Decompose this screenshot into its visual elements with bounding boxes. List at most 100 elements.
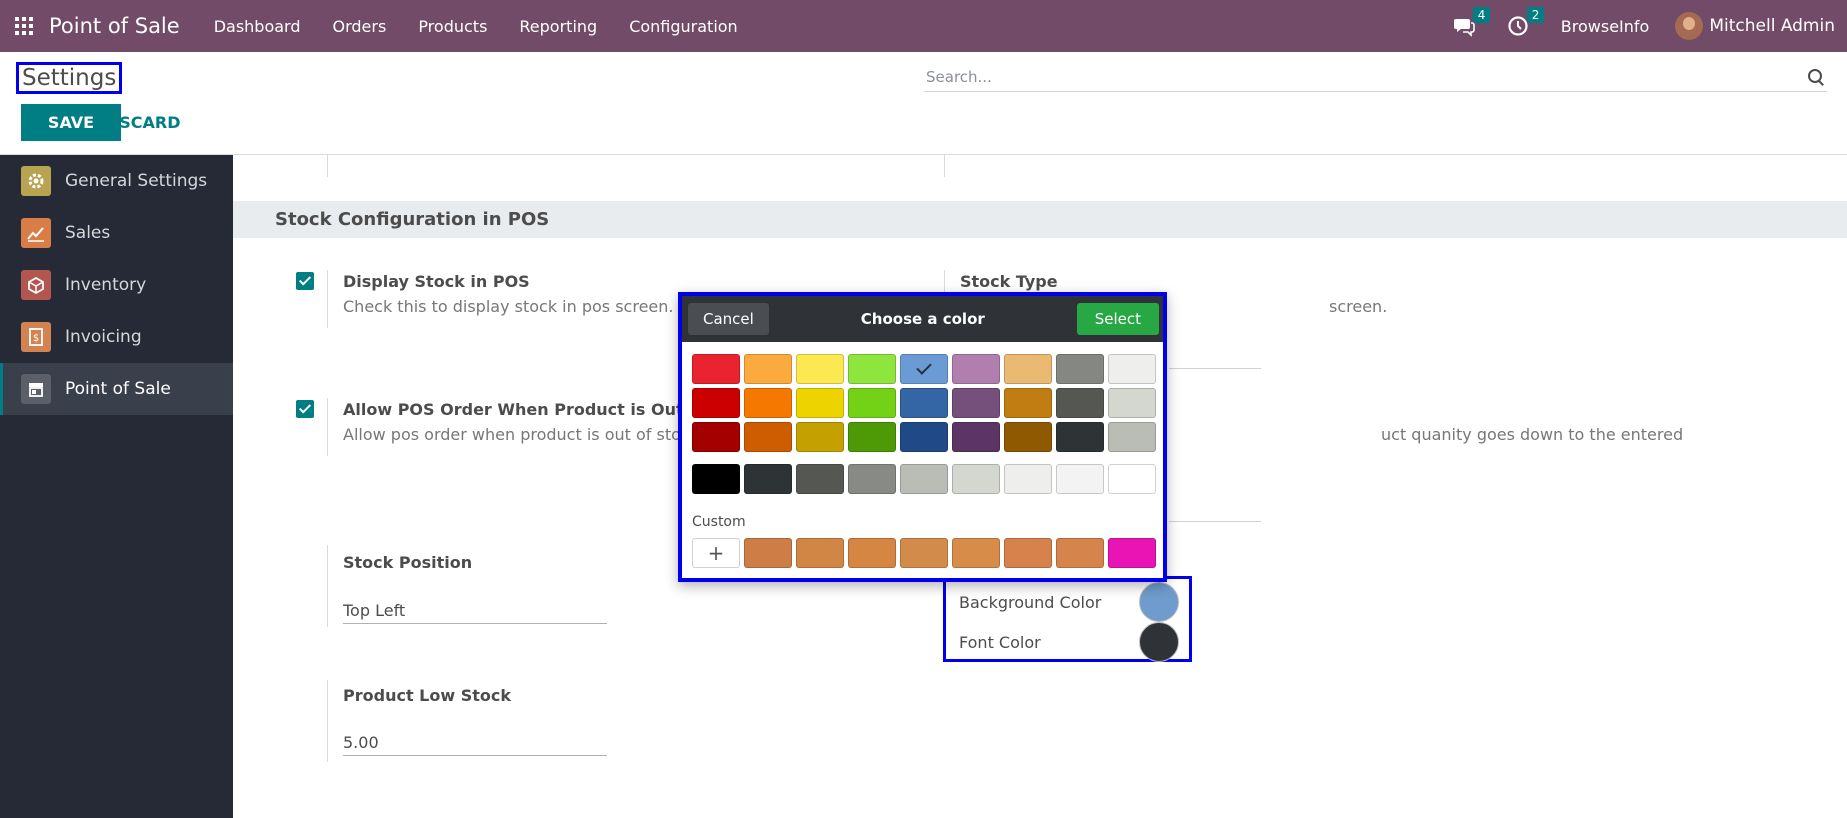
activities-badge: 2 (1526, 7, 1545, 23)
low-stock-title: Product Low Stock (343, 686, 511, 705)
company-switcher[interactable]: BrowseInfo (1561, 17, 1650, 36)
stock-type-title: Stock Type (960, 272, 1058, 291)
palette-color-swatch[interactable] (1056, 388, 1104, 418)
sidebar-item-point-of-sale[interactable]: Point of Sale (0, 363, 233, 415)
palette-color-swatch[interactable] (1056, 422, 1104, 452)
palette-color-swatch[interactable] (848, 354, 896, 384)
gray-color-swatch[interactable] (744, 464, 792, 494)
stock-position-title: Stock Position (343, 553, 473, 572)
palette-color-swatch[interactable] (796, 388, 844, 418)
sidebar-item-label: Invoicing (65, 327, 142, 347)
color-settings-box: Background Color Font Color (943, 576, 1192, 662)
custom-label: Custom (692, 514, 746, 530)
palette-color-swatch[interactable] (952, 388, 1000, 418)
palette-color-swatch[interactable] (744, 388, 792, 418)
search-bar (924, 62, 1827, 92)
sidebar-item-inventory[interactable]: Inventory (0, 259, 233, 311)
messages-icon[interactable]: 4 (1453, 7, 1491, 37)
custom-color-swatch[interactable] (1108, 538, 1156, 568)
low-stock-input[interactable]: 5.00 (343, 733, 607, 756)
palette-color-swatch[interactable] (1108, 388, 1156, 418)
palette-color-swatch[interactable] (900, 354, 948, 384)
menu-reporting[interactable]: Reporting (503, 17, 613, 36)
palette-color-swatch[interactable] (796, 354, 844, 384)
font-color-label: Font Color (959, 632, 1041, 652)
select-button[interactable]: Select (1076, 303, 1159, 335)
gray-color-swatch[interactable] (692, 464, 740, 494)
palette-color-swatch[interactable] (848, 388, 896, 418)
search-input[interactable] (924, 67, 1807, 86)
custom-color-swatch[interactable] (744, 538, 792, 568)
messages-badge: 4 (1472, 7, 1491, 23)
search-icon[interactable] (1807, 68, 1825, 86)
background-color-label: Background Color (959, 592, 1102, 612)
font-color-row: Font Color (959, 622, 1179, 662)
gray-color-swatch[interactable] (848, 464, 896, 494)
user-name: Mitchell Admin (1709, 16, 1835, 36)
stock-position-select[interactable]: Top Left (343, 601, 607, 624)
add-custom-color-button[interactable]: + (692, 538, 740, 568)
palette-color-swatch[interactable] (1004, 422, 1052, 452)
app-brand[interactable]: Point of Sale (49, 14, 180, 38)
display-stock-desc: Check this to display stock in pos scree… (343, 297, 674, 316)
palette-color-swatch[interactable] (692, 422, 740, 452)
chart-up-icon (21, 218, 51, 248)
palette-color-swatch[interactable] (1108, 422, 1156, 452)
display-stock-title: Display Stock in POS (343, 272, 530, 291)
palette-color-swatch[interactable] (744, 422, 792, 452)
menu-configuration[interactable]: Configuration (613, 17, 754, 36)
color-palette (692, 354, 1156, 452)
palette-color-swatch[interactable] (1004, 388, 1052, 418)
sidebar-item-invoicing[interactable]: $ Invoicing (0, 311, 233, 363)
gray-color-swatch[interactable] (1108, 464, 1156, 494)
palette-color-swatch[interactable] (796, 422, 844, 452)
custom-color-swatch[interactable] (796, 538, 844, 568)
palette-color-swatch[interactable] (744, 354, 792, 384)
page-title: Settings (16, 62, 123, 94)
allow-order-title: Allow POS Order When Product is Out of S… (343, 400, 732, 419)
font-color-swatch[interactable] (1139, 622, 1179, 662)
palette-color-swatch[interactable] (692, 354, 740, 384)
gray-color-swatch[interactable] (900, 464, 948, 494)
gray-color-swatch[interactable] (1056, 464, 1104, 494)
custom-color-swatch[interactable] (952, 538, 1000, 568)
user-menu[interactable]: Mitchell Admin (1675, 12, 1835, 40)
sidebar-item-label: General Settings (65, 171, 208, 191)
custom-color-swatch[interactable] (900, 538, 948, 568)
palette-color-swatch[interactable] (900, 388, 948, 418)
palette-color-swatch[interactable] (692, 388, 740, 418)
apps-menu-icon[interactable] (15, 16, 35, 36)
palette-color-swatch[interactable] (1108, 354, 1156, 384)
background-color-swatch[interactable] (1139, 582, 1179, 622)
allow-order-desc: Allow pos order when product is out of s… (343, 425, 690, 444)
custom-color-swatch[interactable] (1004, 538, 1052, 568)
section-header: Stock Configuration in POS (233, 201, 1847, 238)
menu-products[interactable]: Products (402, 17, 503, 36)
deny-field-line (1169, 521, 1261, 522)
gray-color-swatch[interactable] (796, 464, 844, 494)
sidebar-item-label: Sales (65, 223, 111, 243)
palette-color-swatch[interactable] (952, 354, 1000, 384)
palette-color-swatch[interactable] (848, 422, 896, 452)
clock-icon[interactable]: 2 (1507, 7, 1545, 37)
deny-order-desc: uct quanity goes down to the entered (1381, 425, 1684, 444)
sidebar-item-sales[interactable]: Sales (0, 207, 233, 259)
palette-color-swatch[interactable] (1056, 354, 1104, 384)
gray-color-swatch[interactable] (1004, 464, 1052, 494)
custom-color-swatch[interactable] (1056, 538, 1104, 568)
divider (944, 155, 945, 177)
cancel-button[interactable]: Cancel (688, 303, 769, 335)
discard-button[interactable]: DISCARD (100, 104, 180, 141)
background-color-row: Background Color (959, 582, 1179, 622)
sidebar-item-general-settings[interactable]: General Settings (0, 155, 233, 207)
custom-color-swatch[interactable] (848, 538, 896, 568)
palette-color-swatch[interactable] (1004, 354, 1052, 384)
avatar (1675, 12, 1704, 40)
menu-orders[interactable]: Orders (317, 17, 403, 36)
palette-color-swatch[interactable] (952, 422, 1000, 452)
menu-dashboard[interactable]: Dashboard (198, 17, 317, 36)
display-stock-checkbox[interactable] (296, 272, 314, 290)
allow-order-checkbox[interactable] (296, 400, 314, 418)
palette-color-swatch[interactable] (900, 422, 948, 452)
gray-color-swatch[interactable] (952, 464, 1000, 494)
